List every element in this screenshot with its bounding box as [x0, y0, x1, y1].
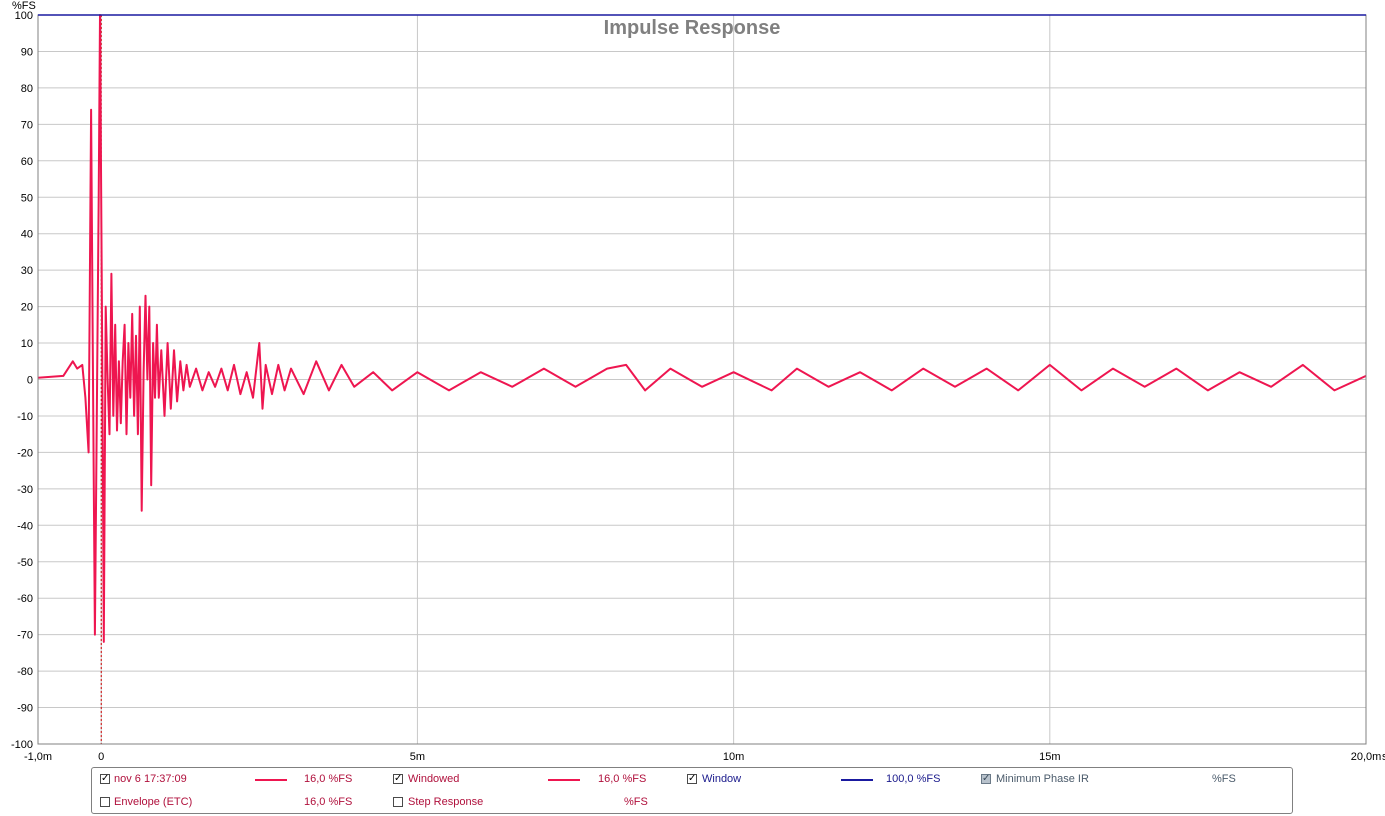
- legend-label-step-response: Step Response: [408, 796, 484, 808]
- legend-swatch-windowed: [548, 779, 580, 781]
- y-tick-label: 50: [21, 192, 33, 204]
- legend-value-measurement: 16,0 %FS: [304, 773, 353, 785]
- legend-checkbox-minimum-phase[interactable]: [981, 774, 991, 784]
- y-tick-label: 90: [21, 46, 33, 58]
- legend-label-minimum-phase: Minimum Phase IR: [996, 773, 1089, 785]
- y-axis-unit: %FS: [12, 0, 36, 12]
- legend-label-envelope: Envelope (ETC): [114, 796, 193, 808]
- legend-checkbox-windowed[interactable]: [393, 774, 403, 784]
- y-tick-label: 70: [21, 119, 33, 131]
- chart-title: Impulse Response: [604, 17, 781, 39]
- impulse-series-line: [37, 14, 1367, 643]
- legend-value-minimum-phase: %FS: [1212, 773, 1236, 785]
- x-tick-label: 20,0m: [1351, 751, 1382, 763]
- x-tick-label: 0: [98, 751, 104, 763]
- y-tick-label: 40: [21, 229, 33, 241]
- x-tick-label: 5m: [410, 751, 425, 763]
- y-tick-label: 10: [21, 338, 33, 350]
- legend-checkbox-envelope[interactable]: [100, 797, 110, 807]
- y-tick-label: 60: [21, 156, 33, 168]
- y-tick-label: 30: [21, 265, 33, 277]
- y-tick-label: -70: [17, 630, 33, 642]
- y-tick-label: -100: [11, 739, 33, 751]
- y-tick-label: 20: [21, 302, 33, 314]
- impulse-response-chart: 1009080706050403020100-10-20-30-40-50-60…: [11, 0, 1385, 763]
- y-tick-label: 0: [27, 375, 33, 387]
- legend-label-window: Window: [702, 773, 742, 785]
- y-tick-label: -20: [17, 447, 33, 459]
- legend-value-windowed: 16,0 %FS: [598, 773, 647, 785]
- legend-checkbox-step-response[interactable]: [393, 797, 403, 807]
- series-layer: [37, 14, 1367, 643]
- y-tick-label: -40: [17, 520, 33, 532]
- legend: nov 6 17:37:09 16,0 %FS Windowed 16,0 %F…: [91, 767, 1293, 814]
- y-tick-label: -10: [17, 411, 33, 423]
- x-tick-label: -1,0m: [24, 751, 52, 763]
- y-tick-label: -30: [17, 484, 33, 496]
- y-tick-label: -60: [17, 593, 33, 605]
- y-tick-label: -90: [17, 703, 33, 715]
- legend-value-step-response: %FS: [624, 796, 648, 808]
- legend-value-window: 100,0 %FS: [886, 773, 941, 785]
- y-tick-label: -80: [17, 666, 33, 678]
- y-tick-label: 80: [21, 83, 33, 95]
- x-tick-label: 15m: [1039, 751, 1060, 763]
- y-tick-label: -50: [17, 557, 33, 569]
- y-axis-ticks: 1009080706050403020100-10-20-30-40-50-60…: [11, 10, 33, 751]
- legend-swatch-window: [841, 779, 873, 781]
- legend-swatch-measurement: [255, 779, 287, 781]
- legend-label-measurement: nov 6 17:37:09: [114, 773, 187, 785]
- legend-label-windowed: Windowed: [408, 773, 460, 785]
- x-tick-label: 10m: [723, 751, 744, 763]
- legend-checkbox-measurement[interactable]: [100, 774, 110, 784]
- x-axis-ticks: -1,0m 0 5m 10m 15m 20,0m s: [24, 751, 1385, 763]
- legend-value-envelope: 16,0 %FS: [304, 796, 353, 808]
- legend-checkbox-window[interactable]: [687, 774, 697, 784]
